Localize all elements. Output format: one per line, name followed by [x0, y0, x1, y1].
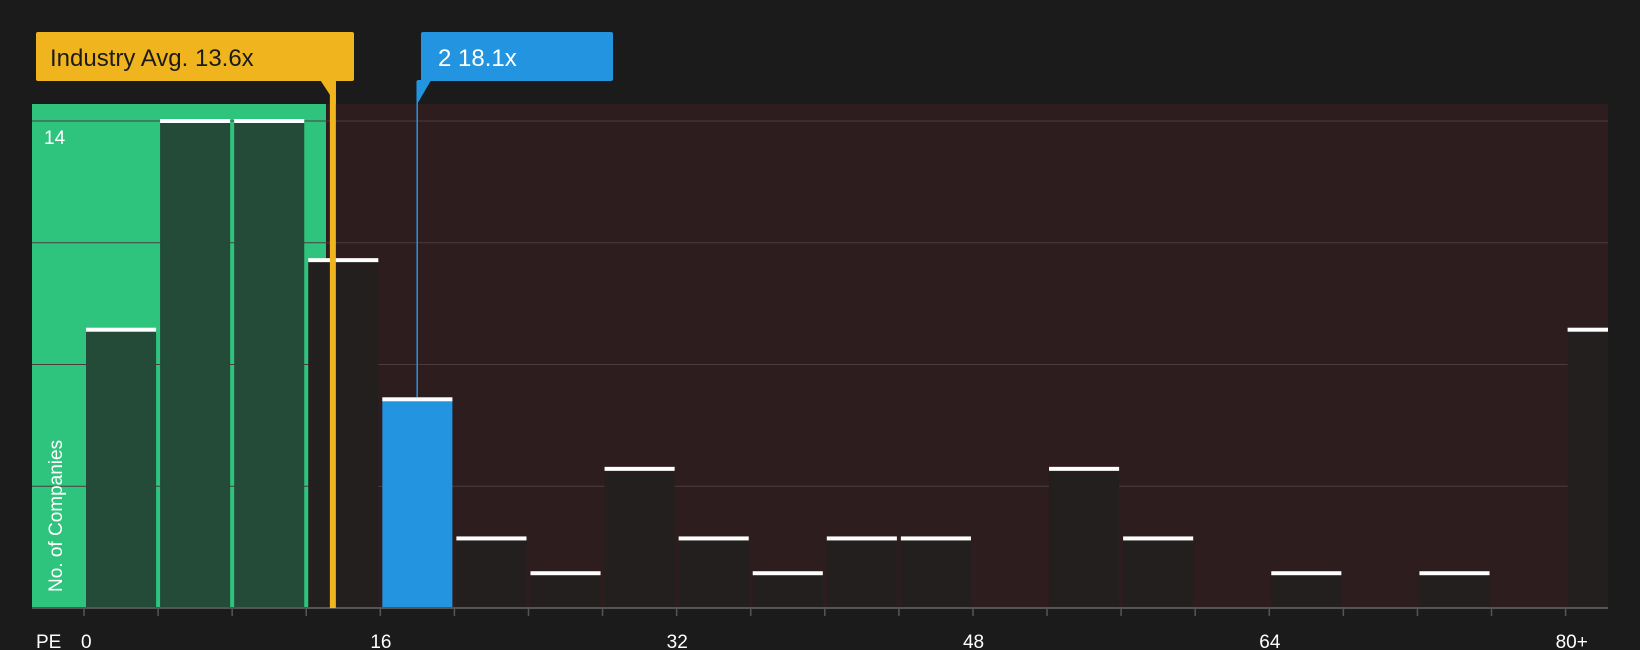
y-axis-title: No. of Companies	[46, 440, 67, 592]
bar-64	[1271, 573, 1342, 608]
x-tick-label-0: 0	[81, 632, 92, 650]
bar-40	[826, 538, 897, 608]
bar-cap-32	[678, 536, 749, 541]
x-tick-label-1: 16	[370, 632, 391, 650]
x-tick-label-2: 32	[667, 632, 688, 650]
bar-56	[1123, 538, 1194, 608]
bar-cap-0	[86, 327, 157, 332]
bar-cap-28	[604, 466, 675, 471]
bar-cap-12	[308, 258, 379, 263]
bar-80	[1567, 329, 1608, 608]
industry-avg-line	[329, 81, 336, 608]
bar-36	[752, 573, 823, 608]
x-axis-title: PE	[36, 632, 61, 650]
y-max-label: 14	[44, 128, 66, 149]
bar-cap-16	[382, 397, 453, 402]
bar-cap-36	[752, 571, 823, 576]
bar-44	[900, 538, 971, 608]
bar-cap-64	[1271, 571, 1342, 576]
bar-cap-4	[160, 119, 231, 123]
x-tick-label-4: 64	[1259, 632, 1281, 650]
company-pointer	[417, 80, 432, 104]
bar-cap-44	[900, 536, 971, 541]
bar-28	[604, 468, 675, 608]
x-tick-label-3: 48	[963, 632, 984, 650]
bar-cap-56	[1123, 536, 1194, 541]
bar-32	[678, 538, 749, 608]
bar-0	[86, 329, 157, 608]
pe-distribution-chart: 0 16 32 48 64 80+ 14 No. of Companies PE Indu…	[32, 32, 1608, 650]
bar-20	[456, 538, 527, 608]
bar-cap-80	[1567, 327, 1608, 332]
bar-cap-52	[1049, 466, 1120, 471]
bar-4	[160, 121, 231, 608]
bar-24	[530, 573, 601, 608]
overvalued-zone	[326, 104, 1608, 608]
bar-cap-72	[1419, 571, 1490, 576]
industry-avg-label: Industry Avg. 13.6x	[50, 45, 254, 72]
industry-avg-callout: Industry Avg. 13.6x	[36, 32, 354, 104]
bar-cap-24	[530, 571, 601, 576]
x-tick-label-5: 80+	[1556, 632, 1588, 650]
bar-8	[234, 121, 305, 608]
bar-72	[1419, 573, 1490, 608]
bar-52	[1049, 468, 1120, 608]
bar-cap-8	[234, 119, 305, 123]
bar-12	[308, 260, 379, 608]
bar-cap-20	[456, 536, 527, 541]
bar-16	[382, 399, 453, 608]
bar-cap-40	[826, 536, 897, 541]
company-pe-label: 2 18.1x	[438, 45, 517, 72]
company-callout: 2 18.1x	[417, 32, 613, 104]
